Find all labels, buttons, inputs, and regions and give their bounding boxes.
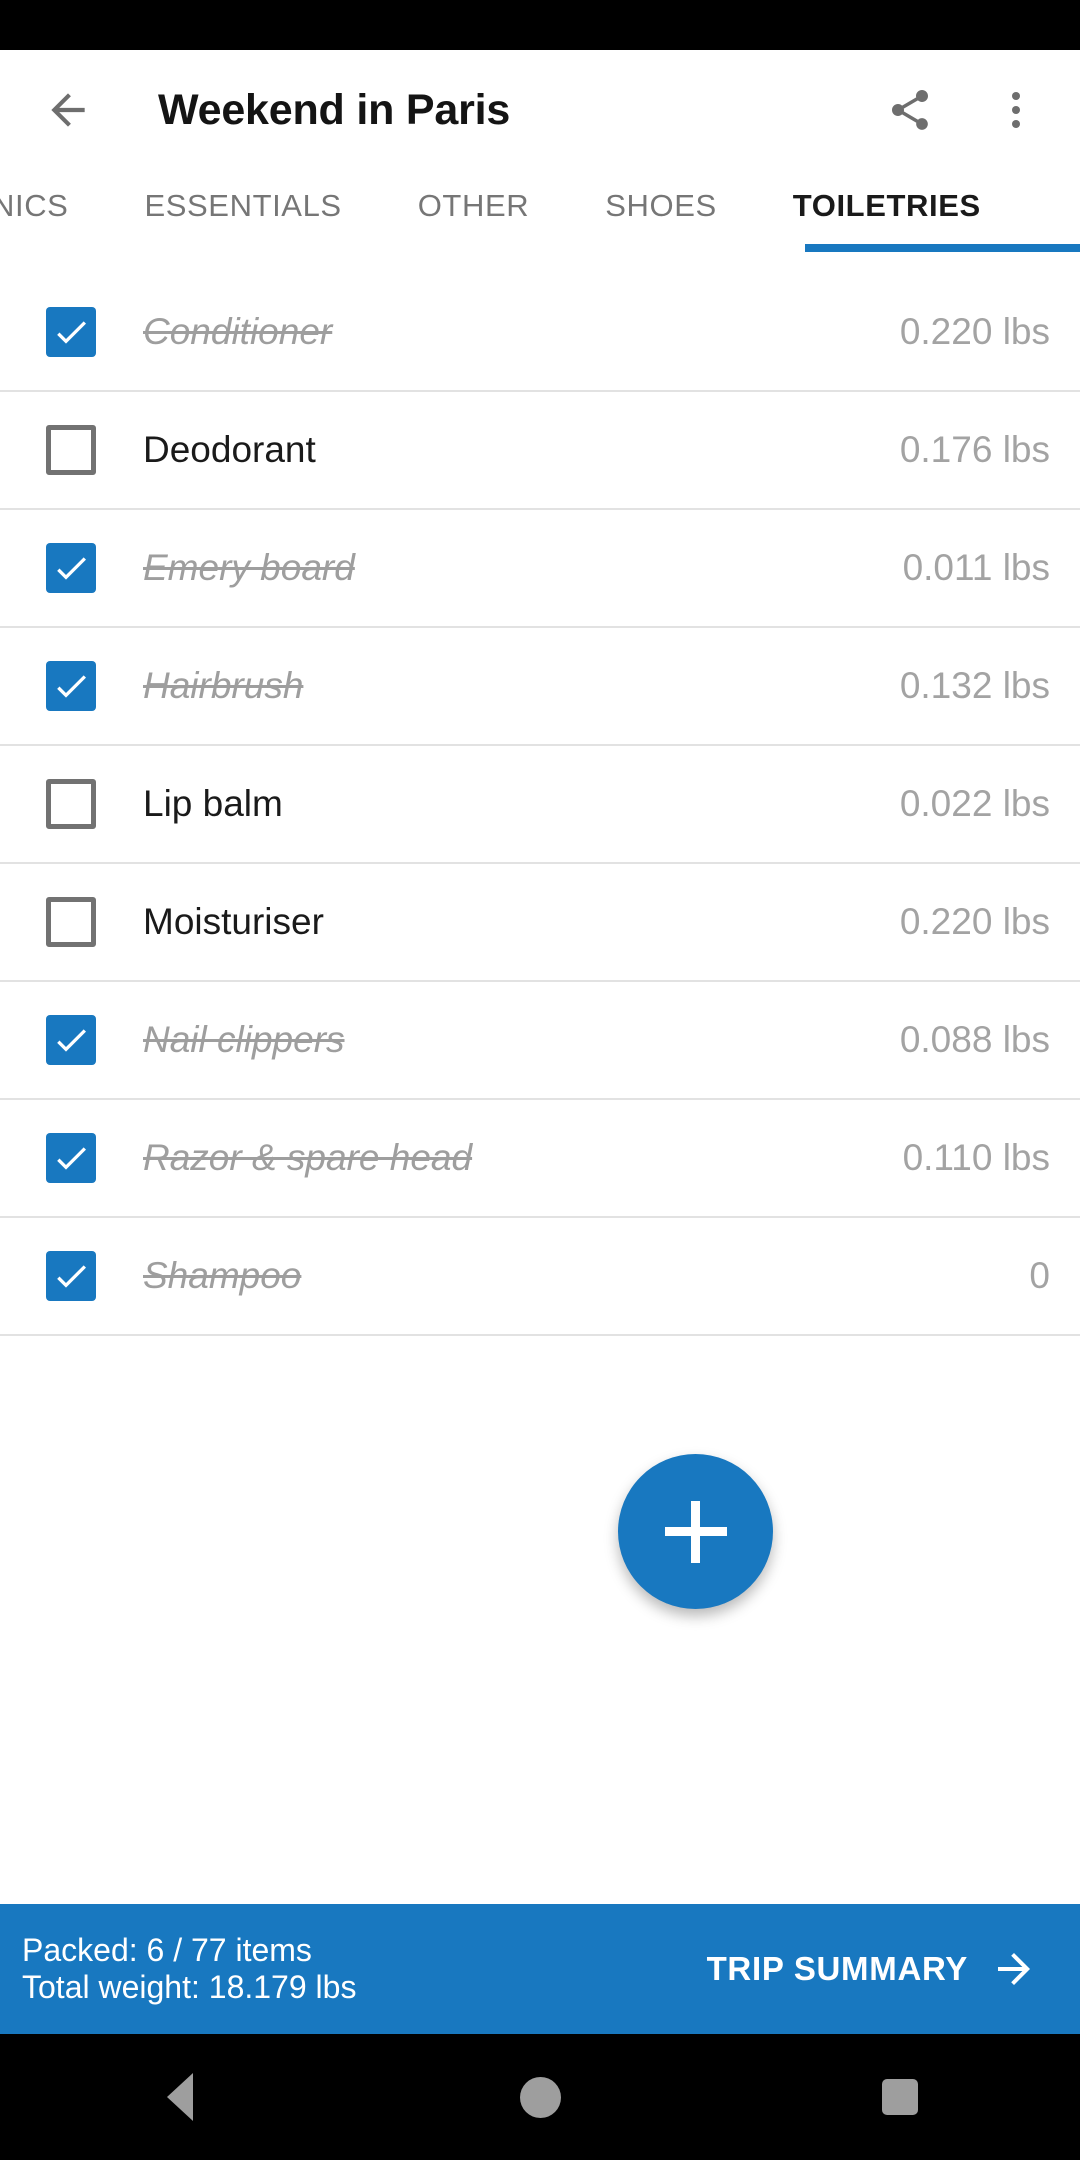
- check-icon: [57, 675, 86, 698]
- item-name: Deodorant: [143, 429, 316, 470]
- android-nav-bar[interactable]: [0, 2034, 1080, 2160]
- total-weight-text: Total weight: 18.179 lbs: [22, 1969, 357, 2005]
- item-weight: 0.220 lbs: [899, 311, 1050, 352]
- arrow-left-icon: [51, 93, 85, 127]
- tab-active-indicator: [805, 244, 1080, 252]
- item-name: Moisturiser: [143, 901, 324, 942]
- nav-back-button[interactable]: [120, 2034, 240, 2160]
- checkbox-unchecked[interactable]: [46, 425, 96, 475]
- checkbox-checked[interactable]: [46, 1133, 96, 1183]
- item-name: Hairbrush: [143, 665, 304, 706]
- nav-recents-square-icon: [882, 2079, 918, 2115]
- nav-home-circle-icon: [519, 2076, 561, 2118]
- category-tab-bar[interactable]: NICS ESSENTIALS OTHER SHOES TOILETRIES: [0, 170, 1080, 274]
- check-icon: [57, 1029, 86, 1052]
- item-name: Nail clippers: [143, 1019, 345, 1060]
- app-screen: Weekend in Paris NICS ESSENTIALS OTHER S…: [0, 0, 1080, 2160]
- more-vertical-icon: [1012, 92, 1020, 128]
- item-weight: 0.176 lbs: [899, 429, 1050, 470]
- checkbox-checked[interactable]: [46, 543, 96, 593]
- table-row[interactable]: Shampoo 0: [0, 1218, 1080, 1336]
- tab-other[interactable]: OTHER: [380, 170, 568, 242]
- tab-shoes[interactable]: SHOES: [567, 170, 755, 242]
- trip-summary-label: TRIP SUMMARY: [706, 1950, 968, 1987]
- item-weight: 0.110 lbs: [902, 1137, 1050, 1178]
- item-weight: 0: [1029, 1255, 1050, 1296]
- item-name: Conditioner: [143, 311, 333, 352]
- check-icon: [57, 557, 86, 580]
- add-item-fab[interactable]: [618, 1454, 773, 1609]
- check-icon: [57, 1147, 86, 1170]
- checkbox-unchecked[interactable]: [46, 897, 96, 947]
- trip-summary-bar[interactable]: Packed: 6 / 77 items Total weight: 18.17…: [0, 1904, 1080, 2034]
- item-weight: 0.011 lbs: [902, 547, 1050, 588]
- tab-electronics[interactable]: NICS: [0, 170, 106, 242]
- table-row[interactable]: Deodorant 0.176 lbs: [0, 392, 1080, 510]
- tab-toiletries[interactable]: TOILETRIES: [755, 170, 1019, 242]
- packed-count-text: Packed: 6 / 77 items: [22, 1931, 312, 1968]
- check-icon: [57, 1265, 86, 1288]
- summary-stats: Packed: 6 / 77 items Total weight: 18.17…: [22, 1932, 707, 2007]
- check-icon: [57, 321, 86, 344]
- table-row[interactable]: Nail clippers 0.088 lbs: [0, 982, 1080, 1100]
- plus-icon-vertical: [691, 1500, 700, 1563]
- trip-summary-button[interactable]: TRIP SUMMARY: [707, 1945, 1050, 1993]
- status-bar: [0, 0, 1080, 50]
- back-button[interactable]: [30, 72, 106, 148]
- table-row[interactable]: Emery board 0.011 lbs: [0, 510, 1080, 628]
- item-name: Emery board: [143, 547, 355, 588]
- app-bar-actions: [872, 72, 1054, 148]
- checkbox-checked[interactable]: [46, 1015, 96, 1065]
- table-row[interactable]: Razor & spare head 0.110 lbs: [0, 1100, 1080, 1218]
- nav-home-button[interactable]: [480, 2034, 600, 2160]
- checkbox-checked[interactable]: [46, 661, 96, 711]
- tab-essentials[interactable]: ESSENTIALS: [106, 170, 379, 242]
- arrow-right-icon: [998, 1953, 1030, 1985]
- item-name: Razor & spare head: [143, 1137, 473, 1178]
- table-row[interactable]: Conditioner 0.220 lbs: [0, 274, 1080, 392]
- item-weight: 0.220 lbs: [899, 901, 1050, 942]
- checkbox-checked[interactable]: [46, 1251, 96, 1301]
- nav-recents-button[interactable]: [840, 2034, 960, 2160]
- checkbox-unchecked[interactable]: [46, 779, 96, 829]
- page-title: Weekend in Paris: [158, 85, 511, 134]
- item-name: Shampoo: [143, 1255, 302, 1296]
- app-bar: Weekend in Paris: [0, 50, 1080, 170]
- item-weight: 0.088 lbs: [899, 1019, 1050, 1060]
- checkbox-checked[interactable]: [46, 307, 96, 357]
- item-weight: 0.022 lbs: [899, 783, 1050, 824]
- nav-back-triangle-icon: [167, 2073, 193, 2121]
- table-row[interactable]: Lip balm 0.022 lbs: [0, 746, 1080, 864]
- table-row[interactable]: Moisturiser 0.220 lbs: [0, 864, 1080, 982]
- overflow-menu-button[interactable]: [978, 72, 1054, 148]
- share-button[interactable]: [872, 72, 948, 148]
- item-weight: 0.132 lbs: [899, 665, 1050, 706]
- table-row[interactable]: Hairbrush 0.132 lbs: [0, 628, 1080, 746]
- item-name: Lip balm: [143, 783, 283, 824]
- share-icon: [892, 90, 928, 130]
- packing-item-list[interactable]: Conditioner 0.220 lbs Deodorant 0.176 lbs Em…: [0, 274, 1080, 1904]
